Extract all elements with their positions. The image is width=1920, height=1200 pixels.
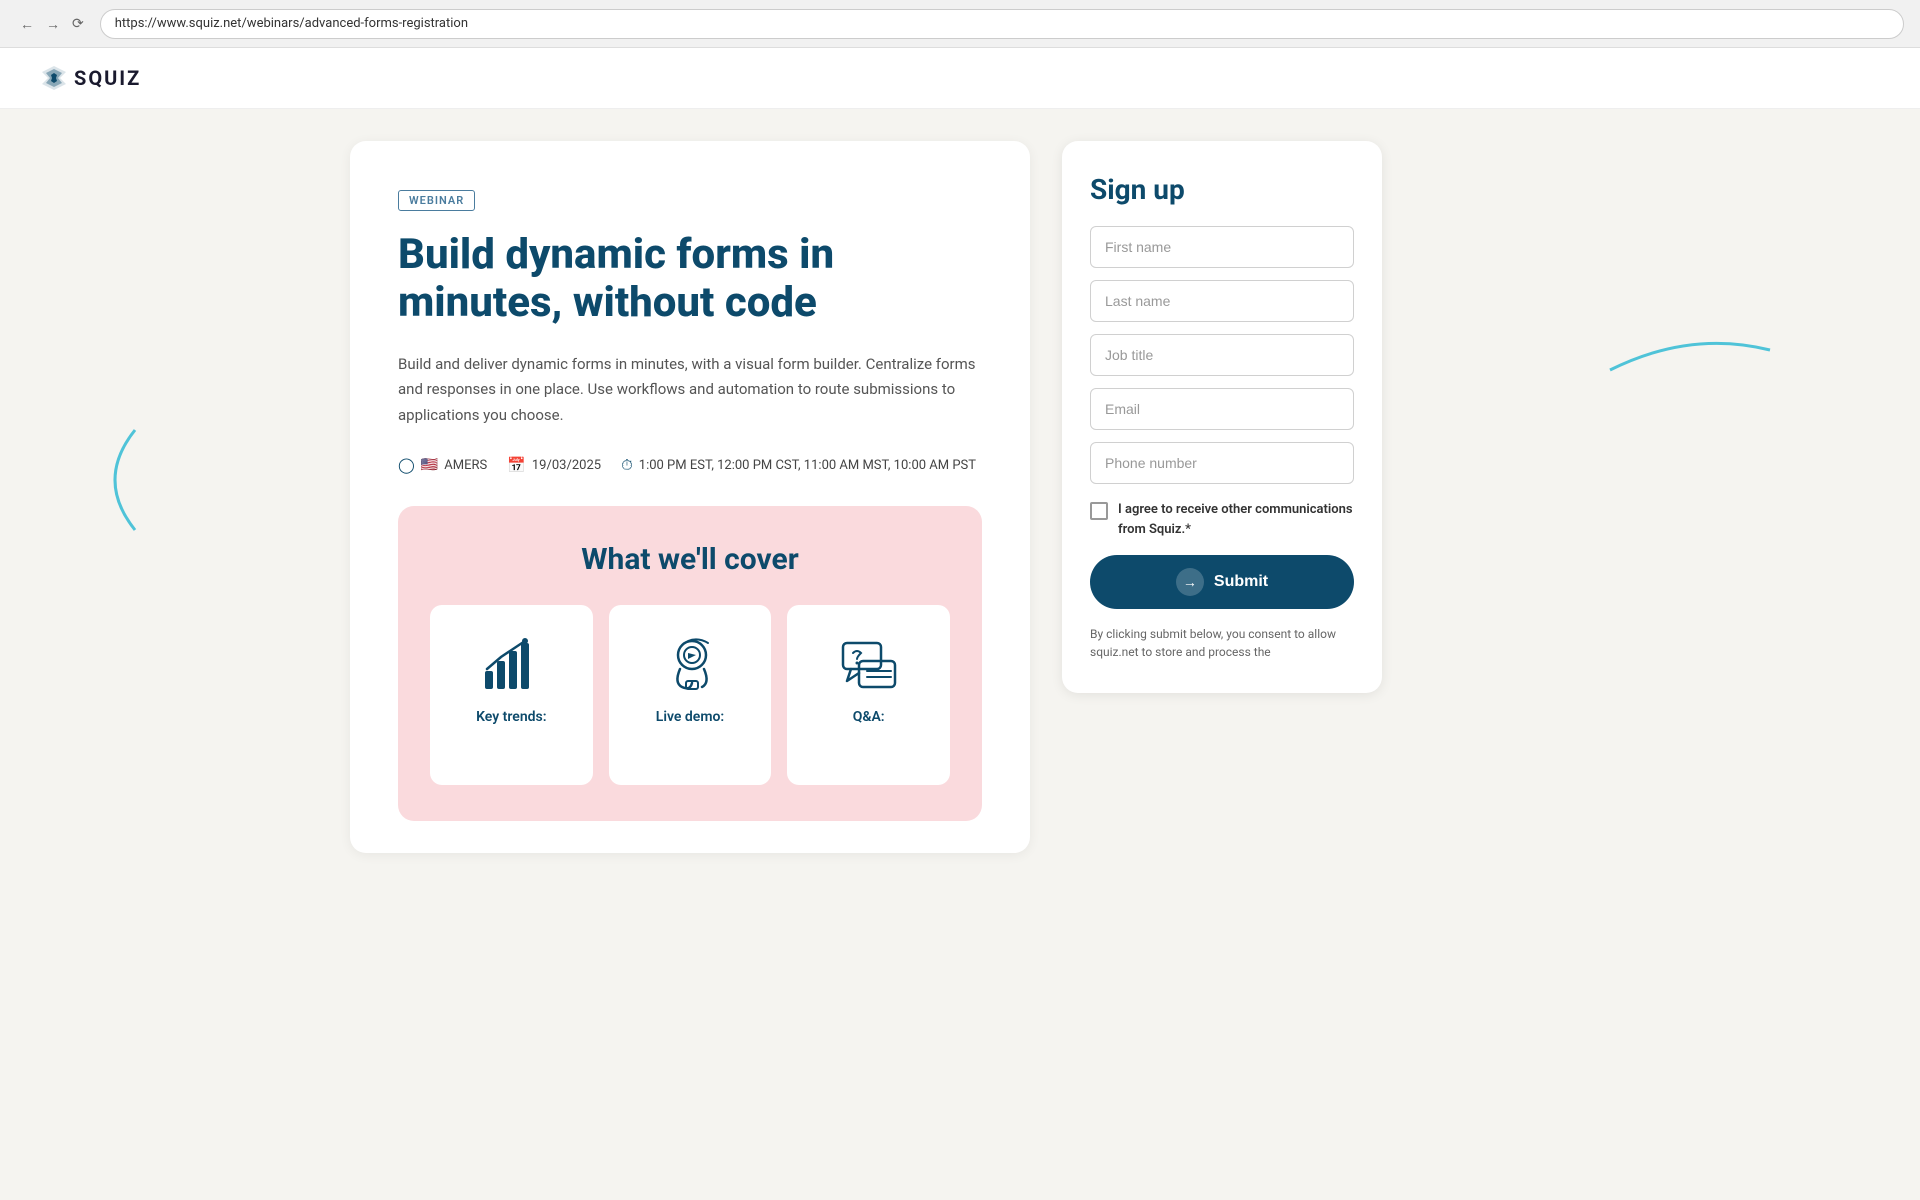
clock-icon: ⏱ [621,456,633,474]
last-name-group [1090,280,1354,322]
address-bar[interactable]: https://www.squiz.net/webinars/advanced-… [100,9,1904,39]
squiz-logo-icon [40,64,68,92]
meta-time: ⏱ 1:00 PM EST, 12:00 PM CST, 11:00 AM MS… [621,456,976,474]
page-wrapper: SQUIZ WEBINAR Build dynamic forms in min… [0,48,1920,1200]
main-description: Build and deliver dynamic forms in minut… [398,352,982,429]
logo-text: SQUIZ [74,66,141,90]
first-name-input[interactable] [1090,226,1354,268]
consent-checkbox[interactable] [1090,502,1108,520]
cover-card-trends-label: Key trends: [476,709,546,725]
content-area: WEBINAR Build dynamic forms in minutes, … [310,109,1610,885]
webinar-badge: WEBINAR [398,190,475,211]
cover-card-demo-label: Live demo: [656,709,724,725]
curve-right-decoration [1600,320,1780,380]
cover-section: What we'll cover [398,506,982,821]
main-title: Build dynamic forms in minutes, without … [398,231,982,328]
submit-arrow-icon: → [1176,568,1204,596]
site-header: SQUIZ [0,48,1920,109]
time-label: 1:00 PM EST, 12:00 PM CST, 11:00 AM MST,… [639,458,976,473]
job-title-group [1090,334,1354,376]
curve-left-decoration [85,420,145,540]
back-button[interactable]: ← [16,12,38,36]
meta-date: 📅 19/03/2025 [507,456,601,474]
date-label: 19/03/2025 [532,458,601,473]
phone-group [1090,442,1354,484]
cover-title: What we'll cover [430,542,950,577]
meta-row: ◯ 🇺🇸 AMERS 📅 19/03/2025 ⏱ 1:00 PM EST, 1… [398,456,982,474]
qa-icon [837,633,901,697]
email-input[interactable] [1090,388,1354,430]
demo-icon [658,633,722,697]
cover-cards: Key trends: [430,605,950,785]
checkbox-row: I agree to receive other communications … [1090,500,1354,539]
logo: SQUIZ [40,64,141,92]
main-card: WEBINAR Build dynamic forms in minutes, … [350,141,1030,853]
consent-text: By clicking submit below, you consent to… [1090,625,1354,661]
right-column: Sign up [1062,141,1382,853]
browser-nav: ← → ⟳ [16,11,88,36]
flag-icon: 🇺🇸 [421,457,438,473]
checkbox-label: I agree to receive other communications … [1118,500,1354,539]
submit-button[interactable]: → Submit [1090,555,1354,609]
email-group [1090,388,1354,430]
cover-card-trends: Key trends: [430,605,593,785]
browser-chrome: ← → ⟳ https://www.squiz.net/webinars/adv… [0,0,1920,48]
chart-icon [479,633,543,697]
region-label: AMERS [444,458,487,473]
refresh-button[interactable]: ⟳ [68,11,88,36]
first-name-group [1090,226,1354,268]
left-column: WEBINAR Build dynamic forms in minutes, … [350,141,1030,853]
signup-card: Sign up [1062,141,1382,693]
phone-input[interactable] [1090,442,1354,484]
last-name-input[interactable] [1090,280,1354,322]
signup-title: Sign up [1090,173,1354,206]
job-title-input[interactable] [1090,334,1354,376]
submit-label: Submit [1214,573,1268,591]
location-icon: ◯ [398,456,415,474]
forward-button[interactable]: → [42,12,64,36]
meta-region: ◯ 🇺🇸 AMERS [398,456,487,474]
cover-card-qa-label: Q&A: [853,709,885,725]
cover-card-qa: Q&A: [787,605,950,785]
cover-card-demo: Live demo: [609,605,772,785]
calendar-icon: 📅 [507,456,526,474]
